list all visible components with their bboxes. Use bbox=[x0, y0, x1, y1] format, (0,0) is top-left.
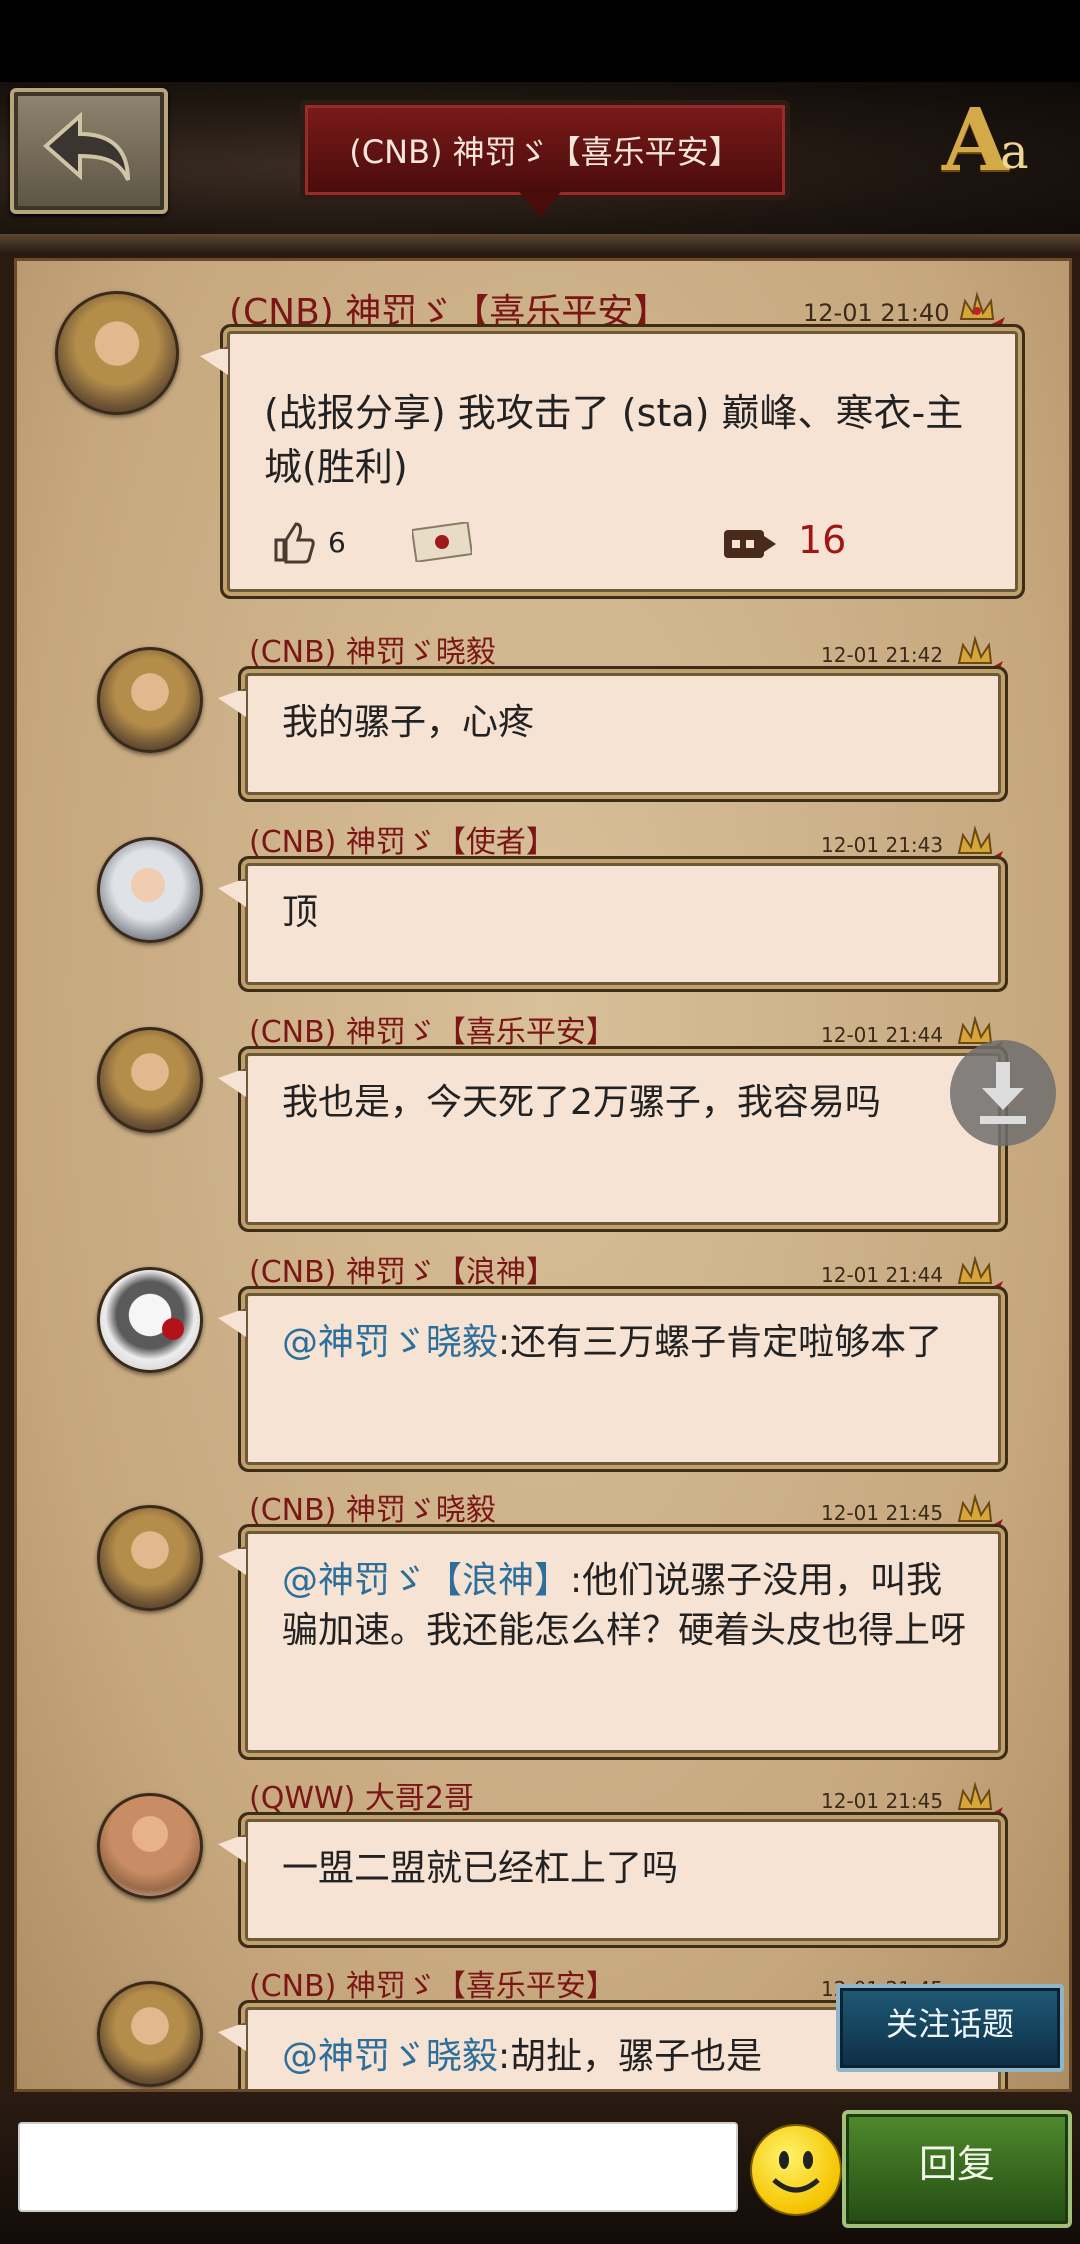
reply-text: @神罚ゞ【浪神】:他们说骡子没用，叫我骗加速。我还能怎么样？硬着头皮也得上呀 bbox=[282, 1560, 967, 1651]
avatar[interactable] bbox=[97, 1793, 203, 1899]
avatar[interactable] bbox=[55, 291, 179, 415]
reply-bubble: @神罚ゞ晓毅:还有三万螺子肯定啦够本了 bbox=[245, 1293, 1001, 1465]
like-count: 6 bbox=[328, 526, 346, 559]
avatar[interactable] bbox=[97, 1027, 203, 1133]
message-list-frame: (CNB) 神罚ゞ【喜乐平安】 12-01 21:40 (战报分享) 我攻击了 … bbox=[0, 252, 1080, 2092]
smiley-icon bbox=[772, 2151, 820, 2193]
post-text: (战报分享) 我攻击了 (sta) 巅峰、寒衣-主城(胜利) bbox=[264, 391, 964, 489]
status-bar bbox=[0, 0, 1080, 82]
reply-text: 我的骡子，心疼 bbox=[282, 702, 535, 743]
view-count: 16 bbox=[798, 518, 847, 562]
page-title: (CNB) 神罚ゞ【喜乐平安】 bbox=[349, 133, 741, 171]
reply-text: @神罚ゞ晓毅:还有三万螺子肯定啦够本了 bbox=[282, 1322, 943, 1363]
reply-author[interactable]: (CNB) 神罚ゞ晓毅 bbox=[249, 627, 496, 671]
reply-author[interactable]: (CNB) 神罚ゞ晓毅 bbox=[249, 1485, 496, 1529]
reply-author[interactable]: (CNB) 神罚ゞ【喜乐平安】 bbox=[249, 1007, 616, 1051]
reply-time: 12-01 21:44 bbox=[821, 1263, 944, 1287]
reply-bubble: 一盟二盟就已经杠上了吗 bbox=[245, 1819, 1001, 1941]
follow-topic-button[interactable]: 关注话题 bbox=[836, 1984, 1064, 2072]
back-arrow-icon bbox=[42, 111, 130, 181]
reply-time: 12-01 21:44 bbox=[821, 1023, 944, 1047]
avatar[interactable] bbox=[97, 1981, 203, 2087]
letter-icon[interactable] bbox=[412, 522, 472, 562]
post-author[interactable]: (CNB) 神罚ゞ【喜乐平安】 bbox=[229, 283, 669, 335]
mention-link[interactable]: @神罚ゞ晓毅 bbox=[282, 2036, 498, 2077]
reply-time: 12-01 21:42 bbox=[821, 643, 944, 667]
reply-bubble: 我的骡子，心疼 bbox=[245, 673, 1001, 795]
reply-time: 12-01 21:45 bbox=[821, 1501, 944, 1525]
post-bubble: (战报分享) 我攻击了 (sta) 巅峰、寒衣-主城(胜利) 6 16 bbox=[227, 331, 1018, 592]
download-button[interactable] bbox=[950, 1040, 1056, 1146]
mention-link[interactable]: @神罚ゞ【浪神】 bbox=[282, 1560, 570, 1601]
header: (CNB) 神罚ゞ【喜乐平安】 A a bbox=[0, 82, 1080, 258]
crown-icon bbox=[949, 291, 1005, 335]
reply-input[interactable] bbox=[18, 2122, 738, 2212]
avatar[interactable] bbox=[97, 647, 203, 753]
reply-author[interactable]: (CNB) 神罚ゞ【喜乐平安】 bbox=[249, 1961, 616, 2005]
download-icon bbox=[980, 1062, 1026, 1124]
reply-text: 我也是，今天死了2万骡子，我容易吗 bbox=[282, 1082, 881, 1123]
reply-bubble: @神罚ゞ【浪神】:他们说骡子没用，叫我骗加速。我还能怎么样？硬着头皮也得上呀 bbox=[245, 1531, 1001, 1753]
avatar[interactable] bbox=[97, 1267, 203, 1373]
video-icon bbox=[724, 530, 776, 558]
reply-text: 一盟二盟就已经杠上了吗 bbox=[282, 1848, 679, 1889]
avatar[interactable] bbox=[97, 837, 203, 943]
reply-author[interactable]: (CNB) 神罚ゞ【使者】 bbox=[249, 817, 556, 861]
reply-bubble: 我也是，今天死了2万骡子，我容易吗 bbox=[245, 1053, 1001, 1225]
font-size-icon: A bbox=[942, 90, 1009, 191]
font-size-button[interactable]: A a bbox=[942, 90, 1052, 191]
reply-author[interactable]: (QWW) 大哥2哥 bbox=[249, 1773, 474, 1817]
emoji-button[interactable] bbox=[750, 2124, 842, 2216]
reply-bar: 回复 bbox=[0, 2092, 1080, 2244]
back-button[interactable] bbox=[10, 88, 168, 214]
reply-time: 12-01 21:43 bbox=[821, 833, 944, 857]
title-plate: (CNB) 神罚ゞ【喜乐平安】 bbox=[300, 100, 790, 200]
reply-author[interactable]: (CNB) 神罚ゞ【浪神】 bbox=[249, 1247, 556, 1291]
reply-text: 顶 bbox=[282, 892, 319, 933]
thumbs-up-icon[interactable] bbox=[270, 520, 316, 566]
avatar[interactable] bbox=[97, 1505, 203, 1611]
reply-time: 12-01 21:45 bbox=[821, 1789, 944, 1813]
reply-button[interactable]: 回复 bbox=[842, 2110, 1072, 2228]
post-time: 12-01 21:40 bbox=[803, 299, 950, 327]
reply-bubble: 顶 bbox=[245, 863, 1001, 985]
message-list[interactable]: (CNB) 神罚ゞ【喜乐平安】 12-01 21:40 (战报分享) 我攻击了 … bbox=[14, 258, 1072, 2092]
mention-link[interactable]: @神罚ゞ晓毅 bbox=[282, 1322, 498, 1363]
